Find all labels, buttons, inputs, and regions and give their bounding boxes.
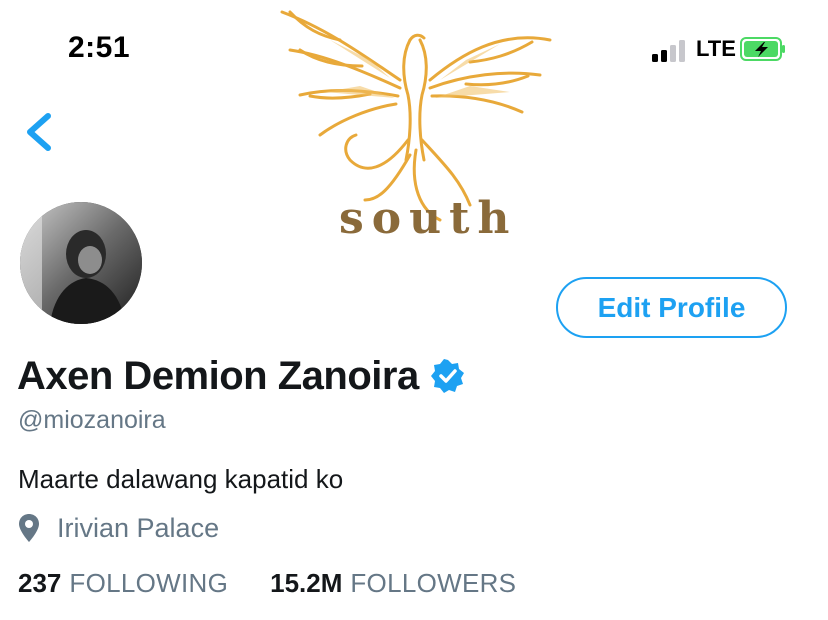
verified-badge-icon bbox=[430, 359, 464, 393]
display-name-row: Axen Demion Zanoira bbox=[17, 350, 465, 402]
stats-row: 237 FOLLOWING 15.2M FOLLOWERS bbox=[18, 566, 516, 600]
battery-charging-icon bbox=[740, 37, 785, 61]
following-label: FOLLOWING bbox=[69, 567, 229, 598]
avatar[interactable] bbox=[20, 202, 142, 324]
chevron-left-icon bbox=[27, 113, 51, 151]
back-button[interactable] bbox=[20, 108, 60, 156]
handle: @miozanoira bbox=[18, 406, 166, 434]
edit-profile-button[interactable]: Edit Profile bbox=[556, 277, 787, 338]
followers-stat[interactable]: 15.2M FOLLOWERS bbox=[270, 568, 516, 599]
display-name: Axen Demion Zanoira bbox=[17, 353, 419, 398]
followers-count: 15.2M bbox=[270, 567, 343, 598]
avatar-photo bbox=[20, 202, 142, 324]
bio: Maarte dalawang kapatid ko bbox=[18, 464, 344, 494]
location-row: Irivian Palace bbox=[18, 509, 219, 547]
location-pin-icon bbox=[19, 514, 39, 542]
location-text: Irivian Palace bbox=[57, 512, 220, 543]
signal-strength-icon bbox=[652, 40, 688, 62]
followers-label: FOLLOWERS bbox=[350, 567, 517, 598]
following-stat[interactable]: 237 FOLLOWING bbox=[18, 568, 228, 599]
status-time: 2:51 bbox=[68, 31, 131, 64]
following-count: 237 bbox=[18, 567, 62, 598]
banner-title: south bbox=[339, 193, 518, 244]
network-type: LTE bbox=[696, 36, 736, 61]
